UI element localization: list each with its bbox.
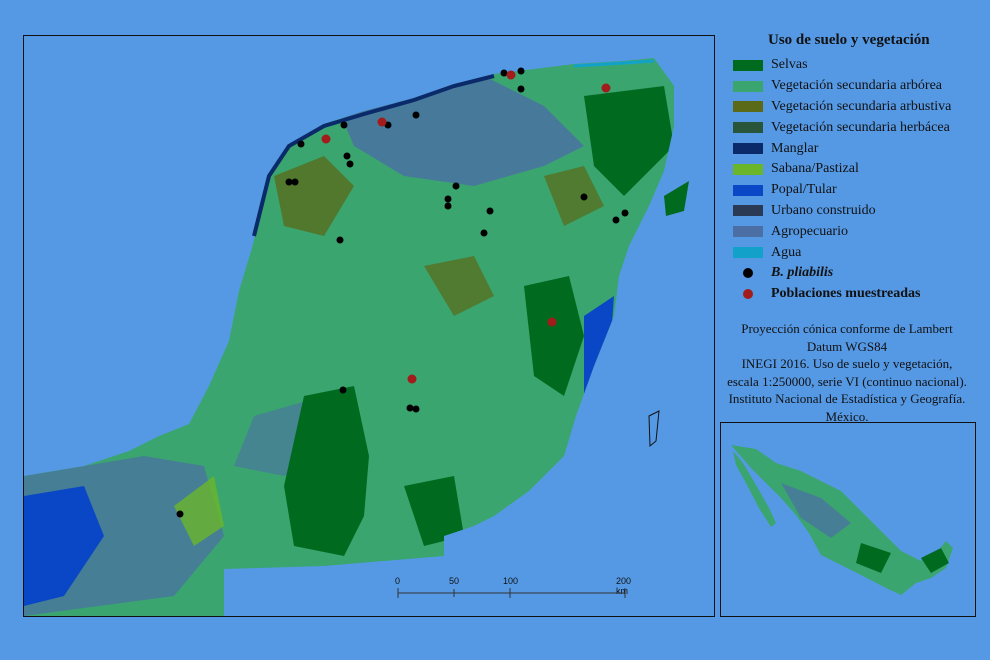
credit-line: Datum WGS84 [806, 338, 888, 354]
legend-swatch [733, 122, 763, 134]
credit-line: Proyección cónica conforme de Lambert [741, 321, 953, 336]
legend-swatch [733, 163, 763, 175]
legend-point-symbol [743, 289, 753, 300]
legend-label: Vegetación secundaria arbórea [771, 78, 943, 94]
legend-item: Sabana/Pastizal [730, 159, 985, 180]
inset-map-mexico [720, 422, 976, 617]
legend-swatch [733, 205, 763, 217]
cozumel-island [664, 181, 689, 216]
legend-label: Agua [771, 244, 802, 260]
legend-label: Urbano construido [771, 202, 876, 218]
legend-label: Sabana/Pastizal [771, 161, 859, 177]
credit-line: escala 1:250000, serie VI (continuo naci… [727, 373, 967, 389]
legend: Uso de suelo y vegetación Selvas Vegetaci… [730, 32, 985, 305]
legend-item: Agropecuario [730, 221, 985, 242]
legend-item: Vegetación secundaria arbustiva [730, 97, 985, 118]
mexico-silhouette [731, 445, 953, 595]
legend-label: Vegetación secundaria herbácea [771, 119, 950, 135]
legend-point-symbol [743, 268, 753, 279]
legend-label: Popal/Tular [771, 182, 837, 198]
legend-swatch [733, 143, 763, 155]
scale-bar: 0 50 100 200 km [392, 576, 632, 602]
legend-item: Agua [730, 242, 985, 263]
legend-swatch [733, 226, 763, 238]
legend-item: Poblaciones muestreadas [730, 284, 985, 305]
map-credits: Proyección cónica conforme de Lambert Da… [712, 320, 982, 425]
credit-line: Instituto Nacional de Estadística y Geog… [728, 391, 966, 406]
legend-swatch [733, 59, 763, 71]
credit-line: INEGI 2016. Uso de suelo y vegetación, [741, 356, 953, 371]
legend-item: Vegetación secundaria arbórea [730, 76, 985, 97]
legend-swatch [733, 247, 763, 259]
legend-item: Vegetación secundaria herbácea [730, 117, 985, 138]
legend-swatch [733, 80, 763, 92]
peninsula-map [24, 58, 689, 616]
legend-swatch [733, 184, 763, 196]
legend-item: Selvas [730, 55, 985, 76]
legend-label: Selvas [771, 57, 808, 73]
legend-item: Manglar [730, 138, 985, 159]
legend-label: Poblaciones muestreadas [771, 286, 921, 302]
banco-chinchorro [648, 410, 660, 448]
legend-label: B. pliabilis [771, 265, 834, 281]
legend-title: Uso de suelo y vegetación [768, 32, 930, 48]
legend-label: Vegetación secundaria arbustiva [771, 98, 952, 114]
legend-label: Manglar [771, 140, 819, 156]
scale-bar-line [397, 588, 626, 598]
legend-swatch [733, 101, 763, 113]
main-map[interactable] [23, 35, 715, 617]
legend-item: Urbano construido [730, 201, 985, 222]
legend-label: Agropecuario [771, 223, 848, 239]
legend-item: Popal/Tular [730, 180, 985, 201]
legend-item: B. pliabilis [730, 263, 985, 284]
